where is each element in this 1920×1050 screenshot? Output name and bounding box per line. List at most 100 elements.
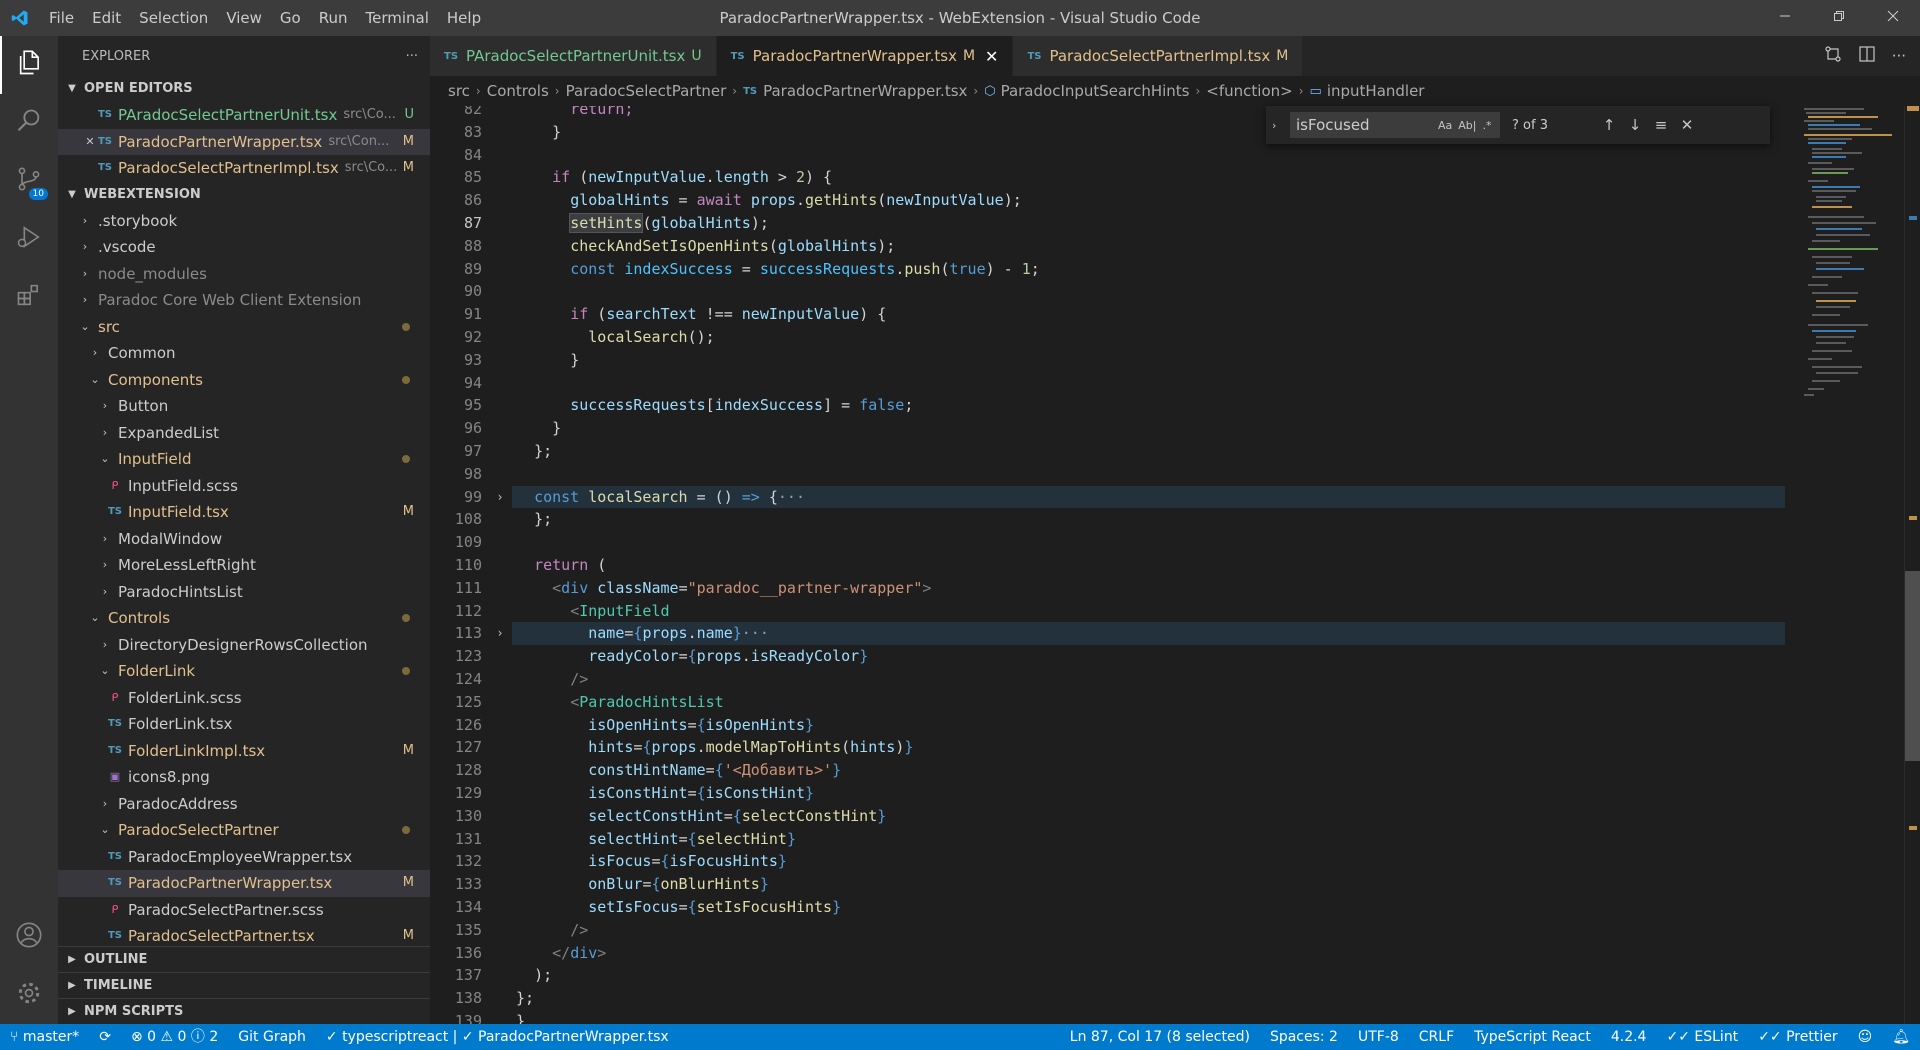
menu-selection[interactable]: Selection [130,0,217,36]
tree-item-inputfield-scss[interactable]: ᑭ InputField.scss [58,473,430,500]
tree-item-common[interactable]: › Common [58,340,430,367]
tree-item-employeewrapper-tsx[interactable]: TS ParadocEmployeeWrapper.tsx [58,844,430,871]
manage-button[interactable] [0,966,58,1024]
workspace-section[interactable]: ▼ WEBEXTENSION [58,182,430,208]
folded-ellipsis-icon[interactable]: ··· [778,488,805,506]
breadcrumb-item[interactable]: inputHandler [1327,82,1425,100]
tree-item-controls[interactable]: ⌄ Controls [58,605,430,632]
breadcrumb-item[interactable]: <function> [1206,82,1292,100]
eslint-status[interactable]: ✓✓ ESLint [1656,1024,1748,1050]
open-editors-section[interactable]: ▼ OPEN EDITORS [58,76,430,102]
tree-item-folderlink-tsx[interactable]: TS FolderLink.tsx [58,711,430,738]
tree-item-folderlinkimpl-tsx[interactable]: TS FolderLinkImpl.tsx M [58,738,430,765]
tree-item-directorydesigner[interactable]: › DirectoryDesignerRowsCollection [58,632,430,659]
toggle-replace-button[interactable]: › [1272,119,1290,132]
encoding[interactable]: UTF-8 [1348,1024,1409,1050]
accounts-button[interactable] [0,908,58,966]
tree-item-components[interactable]: ⌄ Components [58,367,430,394]
tree-item-vscode[interactable]: › .vscode [58,234,430,261]
npm-scripts-section[interactable]: ▶ NPM SCRIPTS [58,998,430,1024]
menu-go[interactable]: Go [271,0,310,36]
tab-paradocpartnerwrapper[interactable]: TS ParadocPartnerWrapper.tsx M ✕ [716,36,1014,76]
close-window-button[interactable] [1866,0,1920,36]
fold-expand-icon[interactable]: › [492,486,508,509]
git-graph-button[interactable]: Git Graph [228,1024,316,1050]
sync-button[interactable]: ⟳ [89,1024,121,1050]
menu-terminal[interactable]: Terminal [357,0,438,36]
breadcrumb-item[interactable]: src [448,82,470,100]
tree-item-inputfield-tsx[interactable]: TS InputField.tsx M [58,499,430,526]
tree-item-button[interactable]: › Button [58,393,430,420]
indentation[interactable]: Spaces: 2 [1260,1024,1348,1050]
breadcrumb-item[interactable]: ParadocPartnerWrapper.tsx [763,82,967,100]
open-editor-item[interactable]: TS PAradocSelectPartnerUnit.tsx src\Co..… [58,102,430,129]
minimap[interactable] [1790,106,1904,1024]
match-case-toggle[interactable]: Aa [1438,119,1452,132]
close-tab-icon[interactable]: ✕ [985,47,998,66]
outline-section[interactable]: ▶ OUTLINE [58,946,430,972]
search-view-button[interactable] [0,94,58,152]
tree-item-partnerwrapper-tsx[interactable]: TS ParadocPartnerWrapper.tsx M [58,870,430,897]
scrollbar-thumb[interactable] [1905,571,1920,761]
breadcrumb-item[interactable]: ParadocInputSearchHints [1001,82,1190,100]
tree-item-selectpartner-scss[interactable]: ᑭ ParadocSelectPartner.scss [58,897,430,924]
tree-item-icons8-png[interactable]: ▣ icons8.png [58,764,430,791]
cursor-position[interactable]: Ln 87, Col 17 (8 selected) [1060,1024,1260,1050]
menu-edit[interactable]: Edit [83,0,130,36]
minimize-button[interactable] [1758,0,1812,36]
tree-item-storybook[interactable]: › .storybook [58,208,430,235]
fold-expand-icon[interactable]: › [492,622,508,645]
previous-match-button[interactable]: ↑ [1596,116,1622,134]
menu-run[interactable]: Run [310,0,357,36]
match-whole-word-toggle[interactable]: Ab| [1458,119,1476,132]
tree-item-paradochintslist[interactable]: › ParadocHintsList [58,579,430,606]
tab-paradocselectpartnerunit[interactable]: TS PAradocSelectPartnerUnit.tsx U [430,36,717,76]
git-branch-button[interactable]: ⑂ master* [0,1024,89,1050]
explorer-view-button[interactable] [0,36,58,94]
line-ending[interactable]: CRLF [1409,1024,1464,1050]
find-in-selection-button[interactable]: ≡ [1648,116,1674,134]
notifications-button[interactable]: 🔔︎ [1882,1024,1920,1050]
menu-file[interactable]: File [40,0,83,36]
source-control-view-button[interactable]: 10 [0,152,58,210]
code-editor[interactable]: 82 return; 83 } 84 85 if (newInputValue.… [430,106,1790,1024]
tree-item-expandedlist[interactable]: › ExpandedList [58,420,430,447]
timeline-section[interactable]: ▶ TIMELINE [58,972,430,998]
prettier-status[interactable]: ✓✓ Prettier [1748,1024,1847,1050]
tree-item-src[interactable]: ⌄ src [58,314,430,341]
problems-button[interactable]: ⊗ 0 ⚠ 0 ⓘ 2 [121,1024,228,1050]
typescript-check-status[interactable]: ✓ typescriptreact | ✓ ParadocPartnerWrap… [316,1024,679,1050]
menu-help[interactable]: Help [438,0,490,36]
feedback-button[interactable]: ☺ [1848,1024,1883,1050]
use-regex-toggle[interactable]: .* [1482,119,1491,132]
open-editor-item[interactable]: ✕ TS ParadocPartnerWrapper.tsx src\Con..… [58,128,430,156]
close-icon[interactable]: ✕ [84,129,96,156]
restore-button[interactable] [1812,0,1866,36]
menu-view[interactable]: View [217,0,271,36]
split-editor-button[interactable] [1858,45,1876,67]
tree-item-folderlink-scss[interactable]: ᑭ FolderLink.scss [58,685,430,712]
editor-scrollbar[interactable] [1904,106,1920,1024]
typescript-version[interactable]: 4.2.4 [1601,1024,1657,1050]
folded-ellipsis-icon[interactable]: ··· [742,624,769,642]
extensions-view-button[interactable] [0,268,58,326]
tree-item-node-modules[interactable]: › node_modules [58,261,430,288]
tree-item-paradocselectpartner[interactable]: ⌄ ParadocSelectPartner [58,817,430,844]
tree-item-morelessleftright[interactable]: › MoreLessLeftRight [58,552,430,579]
open-changes-button[interactable] [1824,45,1842,67]
more-actions-button[interactable]: ··· [406,49,418,64]
close-find-button[interactable]: ✕ [1674,116,1700,134]
more-actions-icon[interactable]: ··· [1892,47,1906,65]
tree-item-inputfield[interactable]: ⌄ InputField [58,446,430,473]
tree-item-core-extension[interactable]: › Paradoc Core Web Client Extension [58,287,430,314]
tab-paradocselectpartnerimpl[interactable]: TS ParadocSelectPartnerImpl.tsx M [1013,36,1304,76]
open-editor-item[interactable]: TS ParadocSelectPartnerImpl.tsx src\Co..… [58,155,430,182]
tree-item-folderlink[interactable]: ⌄ FolderLink [58,658,430,685]
breadcrumb-item[interactable]: Controls [487,82,549,100]
breadcrumb-item[interactable]: ParadocSelectPartner [566,82,727,100]
run-debug-view-button[interactable] [0,210,58,268]
next-match-button[interactable]: ↓ [1622,116,1648,134]
tree-item-modalwindow[interactable]: › ModalWindow [58,526,430,553]
tree-item-paradocaddress[interactable]: › ParadocAddress [58,791,430,818]
language-mode[interactable]: TypeScript React [1464,1024,1601,1050]
